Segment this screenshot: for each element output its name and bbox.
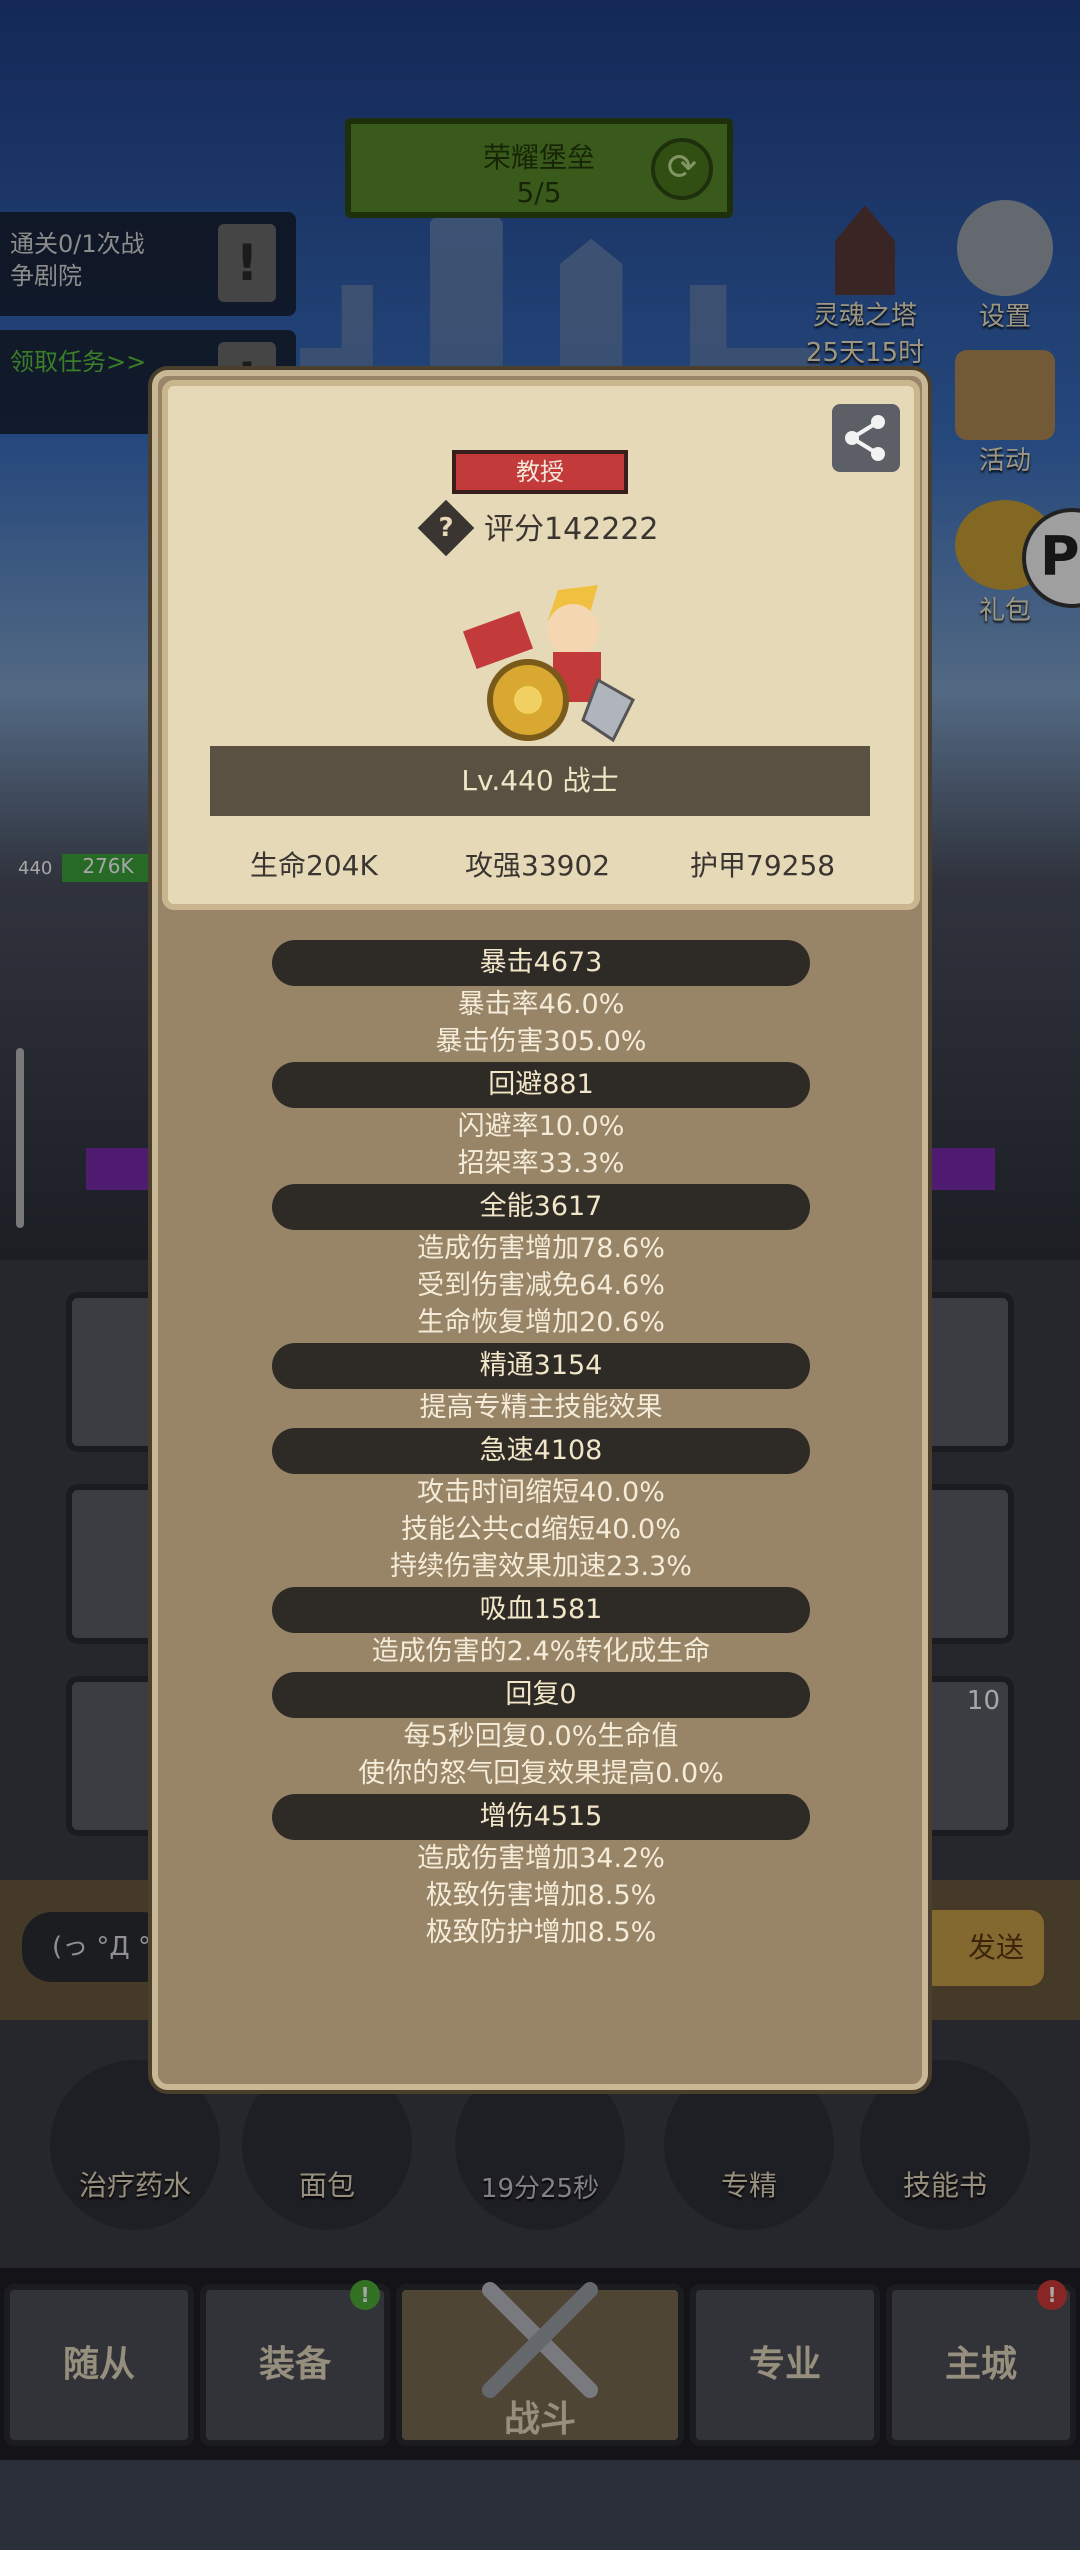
stat-section-header: 回避881 (272, 1062, 810, 1108)
stat-section-header: 暴击4673 (272, 940, 810, 986)
stat-detail-line: 技能公共cd缩短40.0% (401, 1514, 681, 1545)
score-text: 评分142222 (484, 512, 659, 547)
stat-section: 急速4108 攻击时间缩短40.0% 技能公共cd缩短40.0% 持续伤害效果加速23… (162, 1428, 920, 1585)
stat-section-header: 全能3617 (272, 1184, 810, 1230)
stat-section: 暴击4673 暴击率46.0% 暴击伤害305.0% (162, 940, 920, 1060)
stat-section: 全能3617 造成伤害增加78.6% 受到伤害减免64.6% 生命恢复增加20.6% (162, 1184, 920, 1341)
stat-detail-line: 闪避率10.0% (457, 1111, 625, 1142)
stat-section-header: 急速4108 (272, 1428, 810, 1474)
warrior-avatar (462, 585, 635, 743)
level-class-bar: Lv.440 战士 (210, 746, 870, 816)
stat-section: 精通3154 提高专精主技能效果 (162, 1343, 920, 1426)
help-icon-glyph: ? (438, 513, 454, 543)
stat-detail-line: 受到伤害减免64.6% (417, 1270, 665, 1301)
stat-section: 回避881 闪避率10.0% 招架率33.3% (162, 1062, 920, 1182)
stat-detail-line: 使你的怒气回复效果提高0.0% (358, 1758, 724, 1789)
share-button[interactable] (832, 404, 900, 472)
stat-detail-line: 造成伤害增加34.2% (417, 1843, 665, 1874)
stat-section-header: 吸血1581 (272, 1587, 810, 1633)
stat-detail-line: 造成伤害的2.4%转化成生命 (371, 1636, 711, 1667)
stat-section: 吸血1581 造成伤害的2.4%转化成生命 (162, 1587, 920, 1670)
stat-section: 回复0 每5秒回复0.0%生命值使你的怒气回复效果提高0.0% (162, 1672, 920, 1792)
stat-detail-line: 持续伤害效果加速23.3% (390, 1551, 692, 1582)
stat-detail-line: 每5秒回复0.0%生命值 (403, 1721, 679, 1752)
stat-detail-line: 暴击率46.0% (457, 989, 625, 1020)
stat-detail-line: 暴击伤害305.0% (435, 1026, 647, 1057)
stat-detail-line: 生命恢复增加20.6% (417, 1307, 665, 1338)
stat-section-header: 精通3154 (272, 1343, 810, 1389)
stat-detail-line: 造成伤害增加78.6% (417, 1233, 665, 1264)
stat-section: 增伤4515 造成伤害增加34.2% 极致伤害增加8.5% 极致防护增加8.5% (162, 1794, 920, 1951)
stat-detail-line: 攻击时间缩短40.0% (417, 1477, 665, 1508)
stat-detail-line: 极致伤害增加8.5% (425, 1880, 657, 1911)
armor-stat: 护甲79258 (690, 849, 836, 882)
hp-stat: 生命204K (250, 849, 378, 882)
stat-detail-line: 提高专精主技能效果 (419, 1392, 663, 1423)
share-icon (845, 415, 885, 461)
stat-section-header: 增伤4515 (272, 1794, 810, 1840)
rank-badge: 教授 (452, 450, 628, 494)
stat-section-header: 回复0 (272, 1672, 810, 1718)
stat-detail-list: 暴击4673 暴击率46.0% 暴击伤害305.0% 回避881 闪避率10.0% 招架率… (162, 940, 920, 1953)
stat-detail-line: 招架率33.3% (457, 1148, 625, 1179)
stat-detail-line: 极致防护增加8.5% (425, 1917, 657, 1948)
attack-stat: 攻强33902 (465, 849, 611, 882)
